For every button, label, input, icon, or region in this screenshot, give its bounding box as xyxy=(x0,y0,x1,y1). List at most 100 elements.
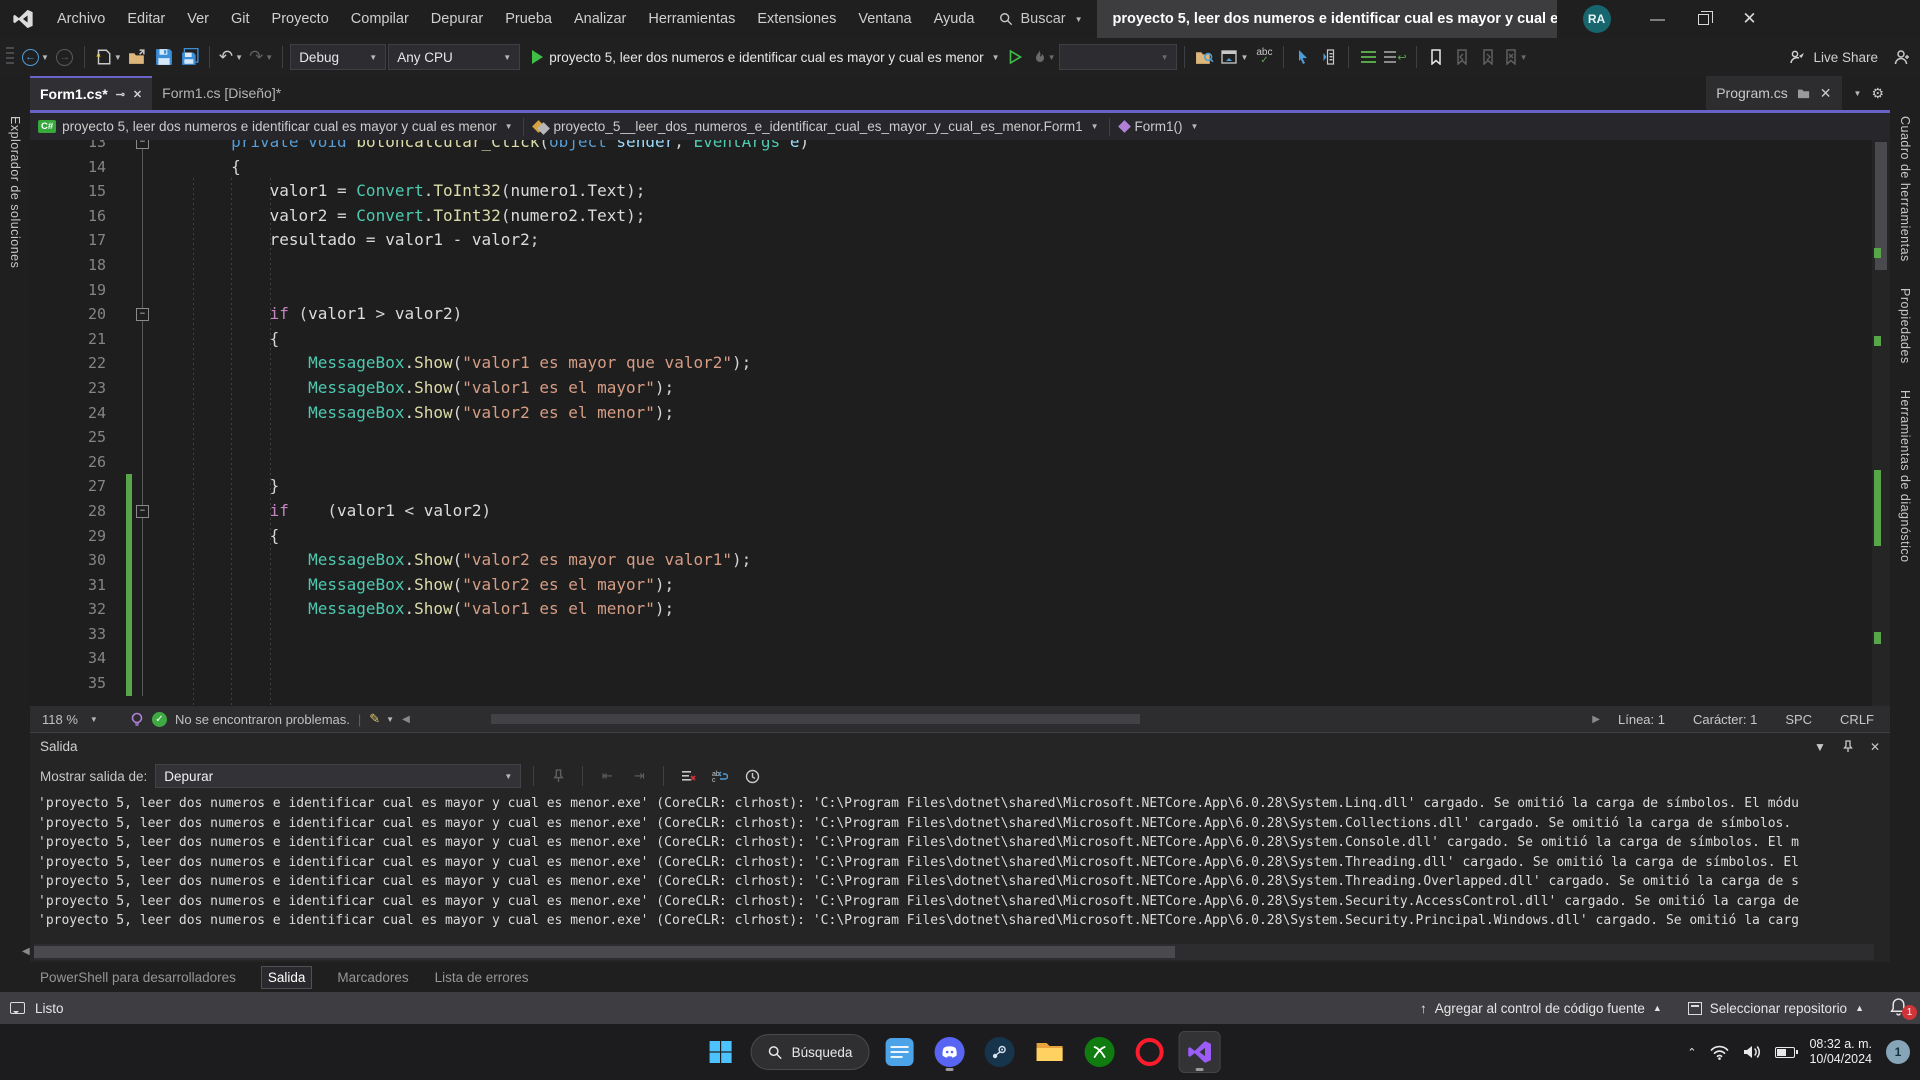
keep-open-icon[interactable] xyxy=(1797,87,1811,99)
tool-window-tab-propiedades[interactable]: Propiedades xyxy=(1898,288,1912,364)
taskbar-discord-icon[interactable] xyxy=(929,1032,969,1072)
menu-git[interactable]: Git xyxy=(220,0,261,38)
taskbar-xbox-icon[interactable] xyxy=(1079,1032,1119,1072)
code-line-23[interactable]: 23 MessageBox.Show("valor1 es el mayor")… xyxy=(30,376,1872,401)
taskbar-opera-icon[interactable] xyxy=(1129,1032,1169,1072)
menu-analizar[interactable]: Analizar xyxy=(563,0,637,38)
restore-button[interactable] xyxy=(1681,0,1727,38)
uncomment-selection-button[interactable]: ↩ xyxy=(1382,43,1408,71)
code-line-19[interactable]: 19 xyxy=(30,278,1872,303)
taskbar-visual-studio-icon[interactable] xyxy=(1179,1032,1219,1072)
code-line-18[interactable]: 18 xyxy=(30,253,1872,278)
output-source-dropdown[interactable]: Depurar ▼ xyxy=(155,764,521,788)
menu-prueba[interactable]: Prueba xyxy=(494,0,563,38)
code-line-21[interactable]: 21 { xyxy=(30,327,1872,352)
feedback-icon[interactable] xyxy=(10,1002,25,1014)
toggle-bookmark-button[interactable] xyxy=(1424,43,1448,71)
zoom-dropdown[interactable]: 118 %▼ xyxy=(36,712,122,727)
menu-editar[interactable]: Editar xyxy=(116,0,176,38)
live-share-button[interactable]: Live Share xyxy=(1778,49,1888,65)
code-editor[interactable]: 13− private void botoncalcular_Click(obj… xyxy=(30,140,1890,706)
hscroll-left-arrow[interactable]: ◀ xyxy=(402,714,410,725)
menu-extensiones[interactable]: Extensiones xyxy=(746,0,847,38)
toolbar-extra-dropdown[interactable]: ▼ xyxy=(1059,44,1177,70)
select-pointer-button[interactable] xyxy=(1291,43,1315,71)
close-button[interactable]: ✕ xyxy=(1727,0,1773,38)
account-avatar[interactable]: RA xyxy=(1583,5,1611,33)
panel-tab-lista-de-errores[interactable]: Lista de errores xyxy=(435,970,529,985)
close-panel-icon[interactable]: ✕ xyxy=(1870,740,1880,754)
taskbar-search-box[interactable]: Búsqueda xyxy=(751,1034,870,1070)
panel-tab-salida[interactable]: Salida xyxy=(262,967,312,988)
save-button[interactable] xyxy=(152,43,176,71)
output-text-area[interactable]: 'proyecto 5, leer dos numeros e identifi… xyxy=(30,792,1890,944)
redo-button[interactable]: ↷▼ xyxy=(247,43,275,71)
tab-list-caret-icon[interactable]: ▼ xyxy=(1854,89,1862,98)
code-line-29[interactable]: 29 { xyxy=(30,524,1872,549)
code-line-24[interactable]: 24 MessageBox.Show("valor2 es el menor")… xyxy=(30,401,1872,426)
preview-tab-program-cs[interactable]: Program.cs ✕ xyxy=(1706,76,1841,110)
clear-all-icon[interactable] xyxy=(676,764,700,788)
code-line-22[interactable]: 22 MessageBox.Show("valor1 es mayor que … xyxy=(30,351,1872,376)
next-bookmark-button[interactable] xyxy=(1476,43,1500,71)
panel-expand-caret-icon[interactable]: ▼ xyxy=(1814,740,1826,754)
member-dropdown[interactable]: Form1() ▼ xyxy=(1120,119,1199,134)
battery-icon[interactable] xyxy=(1775,1047,1795,1058)
code-line-15[interactable]: 15 valor1 = Convert.ToInt32(numero1.Text… xyxy=(30,179,1872,204)
volume-icon[interactable] xyxy=(1743,1044,1761,1060)
search-control[interactable]: Buscar ▼ xyxy=(985,11,1096,27)
add-to-source-control-button[interactable]: ↑ Agregar al control de código fuente ▲ xyxy=(1420,1001,1662,1016)
pin-panel-icon[interactable] xyxy=(1842,740,1854,753)
collapse-region-icon[interactable]: − xyxy=(136,308,149,321)
output-hscroll-left-arrow[interactable]: ◀ xyxy=(22,946,30,957)
editor-vertical-scrollbar[interactable] xyxy=(1872,140,1890,706)
code-line-25[interactable]: 25 xyxy=(30,425,1872,450)
tab-form1-cs[interactable]: Form1.cs* ⊸ ✕ xyxy=(30,76,152,110)
tool-window-tab-herramientas-de-diagnostico[interactable]: Herramientas de diagnóstico xyxy=(1898,390,1912,563)
open-file-button[interactable] xyxy=(126,43,150,71)
menu-depurar[interactable]: Depurar xyxy=(420,0,494,38)
menu-compilar[interactable]: Compilar xyxy=(340,0,420,38)
menu-ventana[interactable]: Ventana xyxy=(847,0,922,38)
character-indicator[interactable]: Carácter: 1 xyxy=(1683,712,1767,727)
pin-tab-icon[interactable]: ⊸ xyxy=(116,88,125,101)
tray-show-hidden-icons[interactable]: ⌃ xyxy=(1687,1046,1696,1059)
new-file-button[interactable]: ▼ xyxy=(92,43,124,71)
code-line-33[interactable]: 33 xyxy=(30,622,1872,647)
code-line-20[interactable]: 20− if (valor1 > valor2) xyxy=(30,302,1872,327)
code-line-31[interactable]: 31 MessageBox.Show("valor2 es el mayor")… xyxy=(30,573,1872,598)
minimize-button[interactable]: — xyxy=(1635,0,1681,38)
undo-button[interactable]: ↶▼ xyxy=(217,43,245,71)
save-all-button[interactable] xyxy=(178,43,202,71)
find-in-files-button[interactable] xyxy=(1192,43,1216,71)
notification-center-badge[interactable]: 1 xyxy=(1886,1040,1910,1064)
project-dropdown[interactable]: C# proyecto 5, leer dos numeros e identi… xyxy=(38,119,513,134)
taskbar-notes-app-icon[interactable] xyxy=(879,1032,919,1072)
previous-message-icon[interactable]: ⇤ xyxy=(595,764,619,788)
code-cleanup-button[interactable]: ✎▼ xyxy=(369,711,394,727)
timestamp-clock-icon[interactable] xyxy=(740,764,764,788)
menu-herramientas[interactable]: Herramientas xyxy=(637,0,746,38)
navigate-back-button[interactable]: ←▼ xyxy=(20,43,51,71)
tab-settings-gear-icon[interactable]: ⚙ xyxy=(1871,85,1884,102)
tool-window-tab-cuadro-de-herramientas[interactable]: Cuadro de herramientas xyxy=(1898,116,1912,262)
code-line-13[interactable]: 13− private void botoncalcular_Click(obj… xyxy=(30,140,1872,155)
notifications-button[interactable]: 1 xyxy=(1890,998,1910,1018)
space-mode-indicator[interactable]: SPC xyxy=(1775,712,1822,727)
code-line-32[interactable]: 32 MessageBox.Show("valor1 es el menor")… xyxy=(30,597,1872,622)
editor-horizontal-scrollbar[interactable] xyxy=(422,713,1581,725)
solution-platform-dropdown[interactable]: Any CPU▼ xyxy=(388,44,520,70)
menu-archivo[interactable]: Archivo xyxy=(46,0,116,38)
close-tab-icon[interactable]: ✕ xyxy=(1820,85,1832,102)
select-repository-button[interactable]: Seleccionar repositorio ▲ xyxy=(1688,1001,1864,1016)
code-line-26[interactable]: 26 xyxy=(30,450,1872,475)
collapse-region-icon[interactable]: − xyxy=(136,140,149,149)
code-line-16[interactable]: 16 valor2 = Convert.ToInt32(numero2.Text… xyxy=(30,204,1872,229)
solution-configuration-dropdown[interactable]: Debug▼ xyxy=(290,44,386,70)
hot-reload-button[interactable]: ▼ xyxy=(1030,43,1058,71)
start-button[interactable] xyxy=(701,1032,741,1072)
close-tab-icon[interactable]: ✕ xyxy=(133,88,142,101)
code-line-35[interactable]: 35 xyxy=(30,671,1872,696)
menu-ayuda[interactable]: Ayuda xyxy=(923,0,986,38)
navigate-home-button[interactable]: ▼ xyxy=(1218,43,1250,71)
